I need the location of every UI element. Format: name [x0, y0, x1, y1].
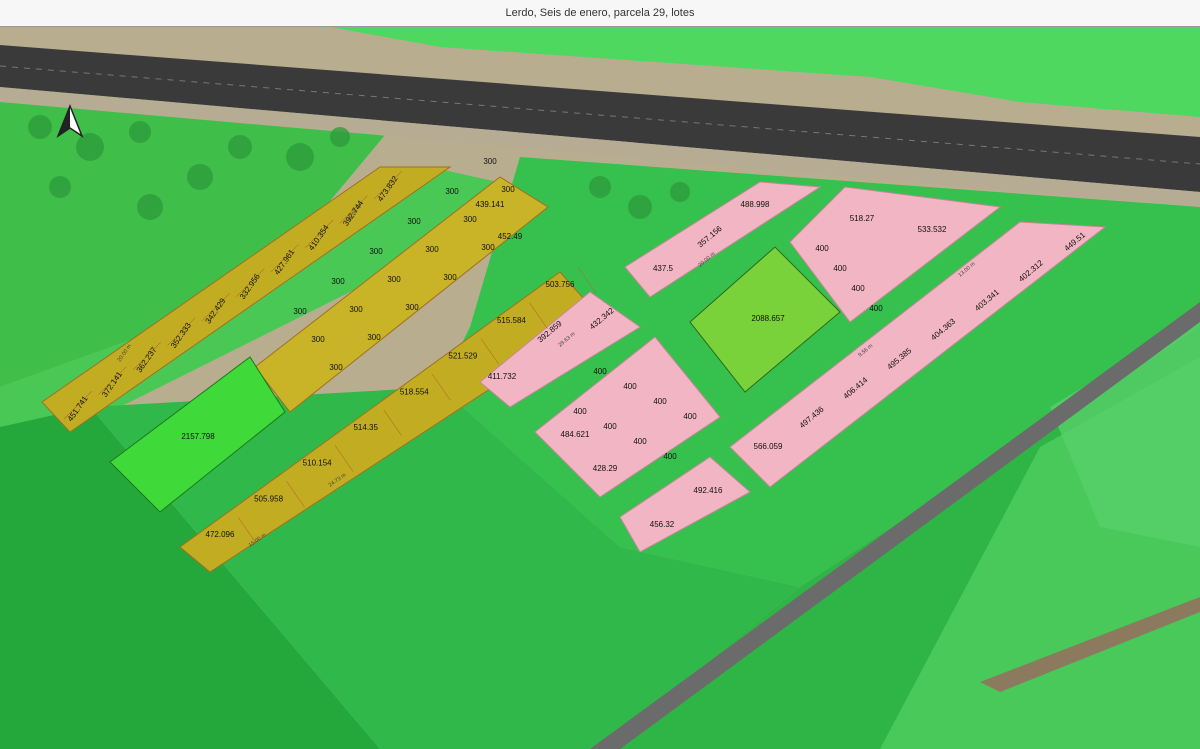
lot-label-pink-400-ne: 400 — [833, 264, 847, 273]
lot-label-pink-400-ne: 400 — [869, 304, 883, 313]
lot-label-pink-400-center: 400 — [593, 367, 607, 376]
lot-label-pink-400-center: 400 — [623, 382, 637, 391]
lot-label-300: 300 — [405, 303, 419, 312]
lot-label-300: 300 — [407, 217, 421, 226]
lot-label-south-row: 505.958 — [254, 494, 283, 503]
lot-label-300: 300 — [311, 335, 325, 344]
lot-label-300: 300 — [331, 277, 345, 286]
lot-label-pink-400-center: 400 — [663, 452, 677, 461]
lot-label-pink-s: 492.416 — [694, 486, 723, 495]
lot-label-300: 300 — [293, 307, 307, 316]
lot-label-yellow-east: 439.141 — [476, 200, 505, 209]
lot-label-yellow-east: 452.49 — [498, 232, 523, 241]
lot-label-pink-400-center: 400 — [633, 437, 647, 446]
window-titlebar: Lerdo, Seis de enero, parcela 29, lotes — [0, 0, 1200, 27]
parcel-map[interactable]: 473.832392.744410.354427.961332.956342.4… — [0, 27, 1200, 749]
lot-label-pink-sw: 428.29 — [593, 464, 618, 473]
lot-label-pink-400-center: 400 — [653, 397, 667, 406]
lot-label-south-row: 521.529 — [448, 352, 477, 361]
lot-label-300: 300 — [367, 333, 381, 342]
lot-label-300: 300 — [445, 187, 459, 196]
lot-label-south-row: 514.35 — [353, 423, 378, 432]
lot-label-300: 300 — [501, 185, 515, 194]
lot-label-pink-sw: 484.621 — [561, 430, 590, 439]
lot-label-south-row: 503.756 — [546, 280, 575, 289]
lot-label-pink-ne: 518.27 — [850, 214, 875, 223]
lot-label-pink-400-center: 400 — [603, 422, 617, 431]
lot-label-300: 300 — [349, 305, 363, 314]
lot-label-pink-400-center: 400 — [573, 407, 587, 416]
lot-label-south-row: 472.096 — [206, 530, 235, 539]
lot-label-south-row: 518.554 — [400, 387, 429, 396]
lot-label-300: 300 — [329, 363, 343, 372]
lot-label-pink-400-center: 400 — [683, 412, 697, 421]
lot-label-pink-400-ne: 400 — [815, 244, 829, 253]
lot-label-south-row: 515.584 — [497, 316, 526, 325]
window-title: Lerdo, Seis de enero, parcela 29, lotes — [505, 7, 695, 19]
lot-label-pink-north: 437.5 — [653, 264, 674, 273]
lot-label-pink-ne: 533.532 — [918, 225, 947, 234]
lot-label-lime-area: 2088.657 — [751, 314, 785, 323]
lot-label-300: 300 — [481, 243, 495, 252]
lot-label-300: 300 — [463, 215, 477, 224]
lot-label-300: 300 — [425, 245, 439, 254]
lot-label-300: 300 — [443, 273, 457, 282]
lot-label-pink-400-ne: 400 — [851, 284, 865, 293]
lot-label-pink-east: 566.059 — [754, 442, 783, 451]
lot-label-green-large: 2157.798 — [181, 432, 215, 441]
lot-label-300: 300 — [369, 247, 383, 256]
lot-label-300: 300 — [483, 157, 497, 166]
lot-label-pink-north: 488.998 — [741, 200, 770, 209]
lot-label-300: 300 — [387, 275, 401, 284]
lot-label-pink-center: 411.732 — [488, 372, 517, 381]
lot-label-south-row: 510.154 — [303, 459, 332, 468]
lot-label-pink-s: 456.32 — [650, 520, 675, 529]
